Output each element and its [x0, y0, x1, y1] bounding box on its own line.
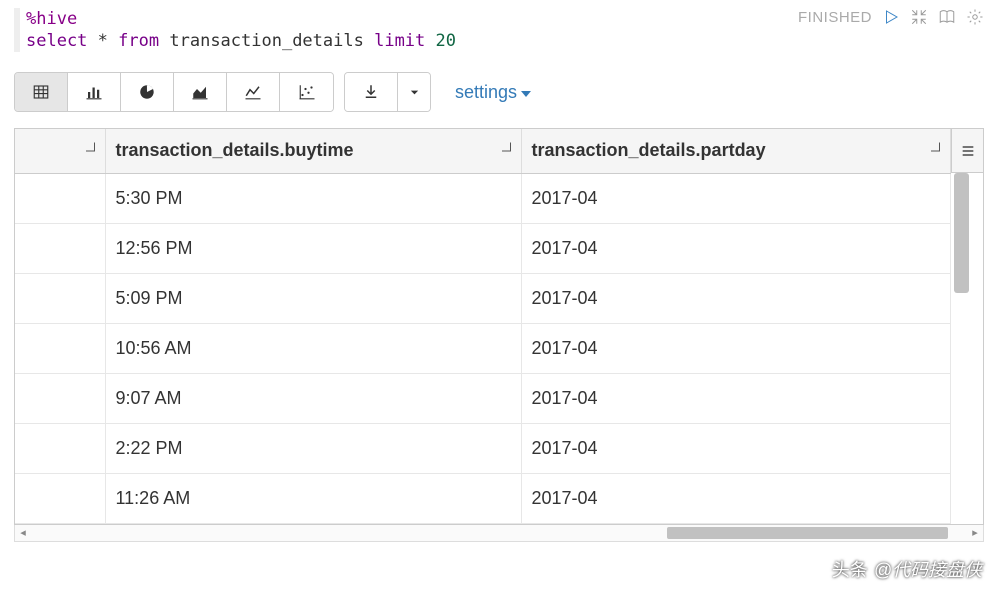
table-row: 5:30 PM2017-04 [15, 173, 951, 223]
table-header-row: transaction_details.buytime transaction_… [15, 129, 951, 173]
bar-chart-button[interactable] [68, 73, 121, 111]
download-button[interactable] [345, 73, 398, 111]
scroll-left-arrow[interactable]: ◂ [15, 525, 31, 541]
status-label: FINISHED [798, 9, 872, 26]
result-table: transaction_details.buytime transaction_… [14, 128, 984, 525]
collapse-icon[interactable] [910, 8, 928, 26]
table-row: 11:26 AM2017-04 [15, 473, 951, 523]
table-row: 9:07 AM2017-04 [15, 373, 951, 423]
paragraph-controls: FINISHED [798, 8, 984, 26]
column-header-buytime[interactable]: transaction_details.buytime [105, 129, 521, 173]
table-menu-button[interactable] [951, 129, 983, 173]
horizontal-scrollbar[interactable]: ◂ ▸ [14, 525, 984, 542]
chevron-down-icon [86, 142, 95, 151]
scrollbar-thumb[interactable] [954, 173, 969, 293]
line-chart-button[interactable] [227, 73, 280, 111]
table-row: 10:56 AM2017-04 [15, 323, 951, 373]
table-row: 12:56 PM2017-04 [15, 223, 951, 273]
run-button[interactable] [882, 8, 900, 26]
table-view-button[interactable] [15, 73, 68, 111]
pie-chart-button[interactable] [121, 73, 174, 111]
download-dropdown[interactable] [398, 73, 430, 111]
gear-icon[interactable] [966, 8, 984, 26]
download-group [344, 72, 431, 112]
chevron-down-icon [931, 142, 940, 151]
table-row: 2:22 PM2017-04 [15, 423, 951, 473]
chevron-down-icon [521, 91, 531, 97]
table-row: 5:09 PM2017-04 [15, 273, 951, 323]
scatter-chart-button[interactable] [280, 73, 333, 111]
column-header-partday[interactable]: transaction_details.partday [521, 129, 951, 173]
watermark: 头条 @代码接盘侠 [832, 556, 982, 582]
settings-link[interactable]: settings [455, 82, 531, 103]
interpreter-directive: %hive [26, 9, 77, 29]
visualization-group [14, 72, 334, 112]
scroll-right-arrow[interactable]: ▸ [967, 525, 983, 541]
book-icon[interactable] [938, 8, 956, 26]
result-toolbar: settings [14, 72, 984, 112]
scrollbar-thumb[interactable] [667, 527, 948, 539]
area-chart-button[interactable] [174, 73, 227, 111]
chevron-down-icon [502, 142, 511, 151]
column-header-0[interactable] [15, 129, 105, 173]
